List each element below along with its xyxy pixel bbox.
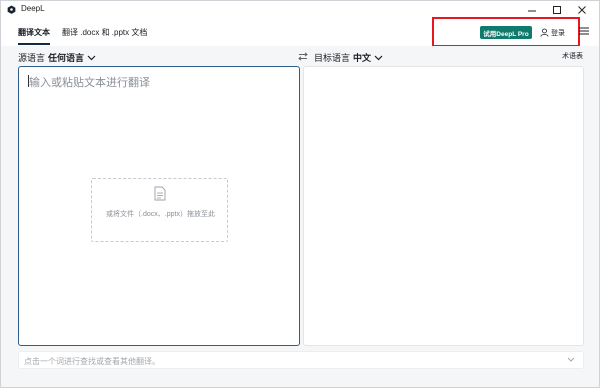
login-button[interactable]: 登录 bbox=[540, 26, 565, 39]
chevron-down-icon bbox=[374, 55, 383, 60]
target-language-value: 中文 bbox=[353, 53, 372, 63]
source-language-prefix: 源语言 bbox=[18, 53, 46, 63]
swap-languages-icon[interactable] bbox=[298, 52, 308, 61]
file-dropzone[interactable]: 或将文件（.docx、.pptx）拖放至此 bbox=[91, 178, 228, 242]
source-text-panel[interactable]: 输入或粘贴文本进行翻译 或将文件（.docx、.pptx）拖放至此 bbox=[18, 66, 300, 346]
maximize-icon bbox=[553, 5, 561, 14]
glossary-button[interactable]: 术语表 bbox=[562, 51, 583, 61]
language-bar: 源语言 任何语言 目标语言 中文 术语表 bbox=[1, 46, 599, 66]
window-title: DeepL bbox=[21, 4, 45, 13]
deepl-logo-icon bbox=[7, 5, 16, 14]
target-language-selector[interactable]: 目标语言 中文 bbox=[314, 51, 383, 64]
tab-translate-text[interactable]: 翻译文本 bbox=[18, 27, 50, 45]
hamburger-menu-icon[interactable] bbox=[579, 26, 589, 36]
dropzone-text: 或将文件（.docx、.pptx）拖放至此 bbox=[106, 211, 215, 218]
close-button[interactable] bbox=[569, 1, 595, 18]
close-icon bbox=[578, 5, 586, 14]
target-text-panel[interactable] bbox=[303, 66, 584, 346]
minimize-icon bbox=[528, 10, 536, 11]
target-language-prefix: 目标语言 bbox=[314, 53, 351, 63]
maximize-button[interactable] bbox=[544, 1, 570, 18]
login-label: 登录 bbox=[551, 29, 565, 37]
source-language-value: 任何语言 bbox=[48, 53, 85, 63]
chevron-down-icon bbox=[87, 55, 96, 60]
alternatives-bar[interactable]: 点击一个词进行查找或查看其他翻译。 bbox=[18, 351, 584, 369]
user-icon bbox=[540, 28, 549, 37]
document-icon bbox=[154, 186, 166, 201]
try-pro-button[interactable]: 试用DeepL Pro bbox=[480, 26, 532, 39]
source-placeholder: 输入或粘贴文本进行翻译 bbox=[29, 77, 150, 89]
title-bar: DeepL bbox=[1, 1, 599, 18]
alternatives-hint: 点击一个词进行查找或查看其他翻译。 bbox=[24, 357, 160, 366]
app-window: DeepL 翻译文本 翻译 .docx 和 .pptx 文档 试用DeepL P… bbox=[0, 0, 600, 388]
minimize-button[interactable] bbox=[519, 1, 545, 18]
tab-translate-documents[interactable]: 翻译 .docx 和 .pptx 文档 bbox=[62, 27, 147, 43]
chevron-down-icon[interactable] bbox=[567, 357, 575, 363]
source-language-selector[interactable]: 源语言 任何语言 bbox=[18, 51, 96, 64]
